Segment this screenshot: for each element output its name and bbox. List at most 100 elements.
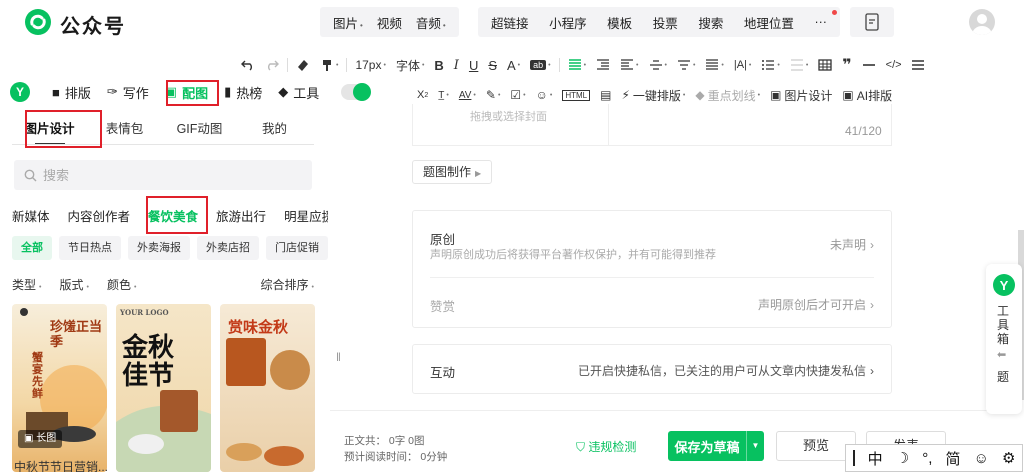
insert-audio-button[interactable]: 音频 • [409, 13, 453, 32]
tab-layout[interactable]: ■ 排版 [52, 83, 91, 102]
plugin-toggle[interactable] [341, 83, 372, 101]
mobile-preview-button[interactable] [850, 7, 894, 37]
insert-video-button[interactable]: 视频 [370, 13, 409, 32]
font-color-button[interactable]: A • [502, 58, 525, 73]
quote-button[interactable]: ❞ [837, 55, 856, 75]
interaction-setting[interactable]: 已开启快捷私信，已关注的用户可从文章内快捷发私信 › [578, 362, 874, 379]
filter-color[interactable]: 颜色 • [107, 276, 136, 293]
highlight-box-food-category [146, 196, 208, 234]
vertical-align-button[interactable]: • [644, 59, 672, 71]
arrow-left-icon[interactable]: ⬅ [997, 348, 1006, 361]
format-painter-button[interactable]: • [315, 58, 343, 72]
clear-format-button[interactable] [291, 58, 315, 72]
moon-icon[interactable]: ☽ [896, 449, 909, 467]
template-thumbnail[interactable]: 赏味金秋 [220, 304, 315, 472]
gear-icon[interactable]: ⚙ [1002, 449, 1015, 467]
punctuation-icon[interactable]: °, [922, 450, 932, 467]
insert-image-button[interactable]: 图片 • [326, 13, 370, 32]
indent-button[interactable] [591, 59, 615, 71]
font-family-select[interactable]: 字体 • [391, 57, 429, 74]
chip-delivery-sign[interactable]: 外卖店招 [197, 236, 259, 260]
align-left-button[interactable]: • [563, 59, 591, 71]
indent-icon [597, 59, 610, 70]
insert-table-button[interactable] [813, 59, 837, 71]
magic-wand-button[interactable]: ✎ • [481, 88, 506, 102]
code-button[interactable]: </> [881, 59, 907, 71]
underline-button[interactable]: U [464, 58, 483, 73]
category-celebrity[interactable]: 明星应援 [284, 206, 328, 226]
insert-miniprogram-button[interactable]: 小程序 [542, 13, 594, 32]
paragraph-spacing-button[interactable]: • [672, 59, 700, 71]
text-effect-button[interactable]: T̲ • [433, 90, 454, 101]
ime-handle[interactable] [852, 450, 855, 466]
font-size-select[interactable]: 17px • [350, 58, 390, 72]
category-travel[interactable]: 旅游出行 [216, 206, 266, 226]
template-thumbnail[interactable]: YOUR LOGO 金秋佳节 [116, 304, 211, 472]
subscript-button[interactable]: X2 [412, 89, 433, 101]
emoji-button[interactable]: ☺ • [531, 88, 558, 102]
divider-button[interactable] [857, 59, 881, 71]
sort-select[interactable]: 综合排序 • [261, 276, 314, 293]
template-thumbnail[interactable]: 珍馐正当季 蟹宴先鲜 ▣ 长图 [12, 304, 107, 472]
redo-button[interactable] [260, 59, 284, 71]
tab-tools[interactable]: ◆ 工具 [278, 83, 319, 102]
cover-maker-button[interactable]: 题图制作 ▶ [412, 160, 493, 184]
cover-hint: 拖拽或选择封面 [470, 111, 547, 123]
chip-delivery-poster[interactable]: 外卖海报 [128, 236, 190, 260]
reward-setting[interactable]: 声明原创后才可开启 › [758, 296, 874, 313]
smiley-icon[interactable]: ☺ [974, 450, 989, 467]
chip-store-promo[interactable]: 门店促销 [266, 236, 328, 260]
align-left-icon [568, 59, 581, 70]
html-button[interactable]: HTML [557, 89, 595, 101]
category-creators[interactable]: 内容创作者 [68, 206, 131, 226]
insert-hyperlink-button[interactable]: 超链接 [484, 13, 536, 32]
italic-button[interactable]: I [449, 58, 464, 73]
panel-resize-handle[interactable]: ‖ [336, 350, 341, 364]
filter-type[interactable]: 类型 • [12, 276, 41, 293]
image-design-button[interactable]: ▣ 图片设计 [765, 87, 837, 104]
more-tools-button[interactable] [907, 60, 929, 70]
checklist-button[interactable]: ☑ • [505, 88, 530, 102]
toolbox-sidebar[interactable]: Y 工具箱 ⬅ 题 [986, 264, 1022, 414]
violation-check-button[interactable]: ⛉ 违规检测 [576, 438, 636, 455]
avatar[interactable] [969, 9, 995, 35]
insert-search-button[interactable]: 搜索 [691, 13, 730, 32]
background-color-button[interactable]: ab • [525, 60, 555, 70]
border-button[interactable]: • [785, 59, 813, 71]
search-input[interactable] [43, 167, 283, 183]
undo-button[interactable] [236, 59, 260, 71]
category-new-media[interactable]: 新媒体 [12, 206, 50, 226]
strikethrough-button[interactable]: S [483, 58, 502, 73]
more-button[interactable]: ··· [807, 15, 834, 29]
line-height-button[interactable]: • [700, 59, 728, 71]
insert-vote-button[interactable]: 投票 [646, 13, 685, 32]
cube-icon: ◆ [278, 84, 289, 99]
filter-layout[interactable]: 版式 • [59, 276, 88, 293]
insert-template-button[interactable]: 模板 [600, 13, 639, 32]
bold-button[interactable]: B [429, 58, 448, 73]
ai-format-button[interactable]: ▣ AI排版 [837, 87, 897, 104]
preview-button[interactable]: 预览 [776, 431, 856, 461]
letter-case-button[interactable]: AV • [454, 90, 481, 101]
tab-gif[interactable]: GIF动图 [162, 116, 237, 144]
ime-mode-chinese[interactable]: 中 [868, 448, 883, 469]
quick-format-button[interactable]: ⚡ 一键排版 • [616, 87, 690, 104]
chevron-down-icon[interactable]: ▼ [746, 431, 764, 461]
highlight-line-button[interactable]: ◆ 重点划线 • [690, 87, 765, 104]
list-button[interactable]: • [756, 59, 784, 71]
tab-writing[interactable]: ✑ 写作 [107, 83, 149, 102]
border-icon [790, 59, 803, 71]
letter-spacing-button[interactable]: |A| • [729, 59, 757, 71]
insert-location-button[interactable]: 地理位置 [737, 13, 801, 32]
plugin-logo-icon[interactable]: Y [10, 82, 30, 102]
chip-all[interactable]: 全部 [12, 236, 52, 260]
chip-holiday[interactable]: 节日热点 [59, 236, 121, 260]
emoji-icon: ☺ [535, 88, 548, 102]
tab-mine[interactable]: 我的 [237, 116, 312, 144]
ime-simplified[interactable]: 简 [945, 448, 960, 469]
toolbox-button[interactable]: ▤ [595, 88, 616, 102]
original-setting[interactable]: 未声明 › [830, 236, 874, 253]
outdent-button[interactable]: • [615, 59, 643, 71]
save-draft-button[interactable]: 保存为草稿 ▼ [668, 431, 764, 461]
tab-hotlist[interactable]: ▮ 热榜 [224, 83, 262, 102]
